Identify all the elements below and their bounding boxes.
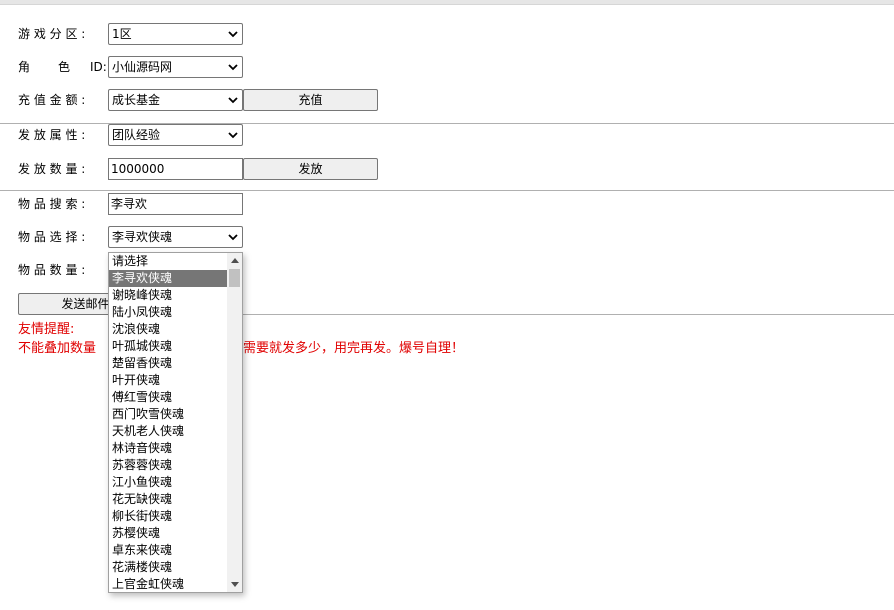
attribute-row: 发 放 属 性 : 团队经验 xyxy=(0,124,894,148)
chevron-down-icon xyxy=(228,132,238,139)
issue-button[interactable]: 发放 xyxy=(243,158,378,180)
dropdown-option[interactable]: 柳长街侠魂 xyxy=(109,508,227,525)
item-count-label: 物 品 数 量 : xyxy=(18,263,86,277)
dropdown-option[interactable]: 李寻欢侠魂 xyxy=(109,270,227,287)
top-border xyxy=(0,0,894,5)
quantity-input[interactable]: 1000000 xyxy=(108,158,243,180)
dropdown-option[interactable]: 卓东来侠魂 xyxy=(109,542,227,559)
dropdown-option[interactable]: 请选择 xyxy=(109,253,227,270)
item-select[interactable]: 李寻欢侠魂 xyxy=(108,226,243,248)
role-select-value: 小仙源码网 xyxy=(112,60,173,74)
dropdown-option[interactable]: 陆小凤侠魂 xyxy=(109,304,227,321)
dropdown-option[interactable]: 傅红雪侠魂 xyxy=(109,389,227,406)
role-select[interactable]: 小仙源码网 xyxy=(108,56,243,78)
divider xyxy=(0,190,894,191)
recharge-button[interactable]: 充值 xyxy=(243,89,378,111)
chevron-down-icon xyxy=(228,64,238,71)
dropdown-option[interactable]: 江小鱼侠魂 xyxy=(109,474,227,491)
zone-label: 游 戏 分 区 : xyxy=(18,27,86,41)
attribute-label: 发 放 属 性 : xyxy=(18,128,86,142)
dropdown-option[interactable]: 上官金虹侠魂 xyxy=(109,576,227,592)
scroll-up-arrow-icon[interactable] xyxy=(231,258,239,263)
recharge-row: 充 值 金 额 : 成长基金 充值 xyxy=(0,89,894,113)
dropdown-option[interactable]: 花无缺侠魂 xyxy=(109,491,227,508)
dropdown-option[interactable]: 西门吹雪侠魂 xyxy=(109,406,227,423)
dropdown-option[interactable]: 叶孤城侠魂 xyxy=(109,338,227,355)
chevron-down-icon xyxy=(228,234,238,241)
chevron-down-icon xyxy=(228,97,238,104)
dropdown-list: 请选择 李寻欢侠魂 谢晓峰侠魂 陆小凤侠魂 沈浪侠魂 叶孤城侠魂 楚留香侠魂 叶开侠魂 傅红雪侠… xyxy=(109,253,227,592)
notice-line-left: 不能叠加数量 xyxy=(18,341,97,356)
role-row: 角色 ID: 小仙源码网 xyxy=(0,56,894,80)
dropdown-option[interactable]: 花满楼侠魂 xyxy=(109,559,227,576)
zone-select[interactable]: 1区 xyxy=(108,23,243,45)
item-search-input[interactable]: 李寻欢 xyxy=(108,193,243,215)
role-label: 角色 ID: xyxy=(18,60,107,74)
recharge-select[interactable]: 成长基金 xyxy=(108,89,243,111)
recharge-label: 充 值 金 额 : xyxy=(18,93,86,107)
item-select-label: 物 品 选 择 : xyxy=(18,230,86,244)
attribute-select-value: 团队经验 xyxy=(112,128,161,142)
dropdown-option[interactable]: 天机老人侠魂 xyxy=(109,423,227,440)
dropdown-option[interactable]: 林诗音侠魂 xyxy=(109,440,227,457)
notice-line-right: 需要就发多少，用完再发。爆号自理！ xyxy=(243,341,465,356)
chevron-down-icon xyxy=(228,31,238,38)
divider xyxy=(243,314,894,315)
dropdown-option[interactable]: 苏樱侠魂 xyxy=(109,525,227,542)
item-select-dropdown[interactable]: 请选择 李寻欢侠魂 谢晓峰侠魂 陆小凤侠魂 沈浪侠魂 叶孤城侠魂 楚留香侠魂 叶开侠魂 傅红雪侠… xyxy=(108,252,243,593)
scroll-down-arrow-icon[interactable] xyxy=(231,582,239,587)
item-select-value: 李寻欢侠魂 xyxy=(112,230,173,244)
zone-row: 游 戏 分 区 : 1区 xyxy=(0,23,894,47)
notice-title: 友情提醒: xyxy=(18,322,75,337)
item-select-row: 物 品 选 择 : 李寻欢侠魂 xyxy=(0,226,894,250)
dropdown-scrollbar[interactable] xyxy=(227,253,242,592)
quantity-row: 发 放 数 量 : 1000000 发放 xyxy=(0,158,894,182)
recharge-select-value: 成长基金 xyxy=(112,93,161,107)
attribute-select[interactable]: 团队经验 xyxy=(108,124,243,146)
zone-select-value: 1区 xyxy=(112,27,132,41)
item-search-label: 物 品 搜 索 : xyxy=(18,197,86,211)
dropdown-option[interactable]: 苏蓉蓉侠魂 xyxy=(109,457,227,474)
dropdown-option[interactable]: 叶开侠魂 xyxy=(109,372,227,389)
quantity-label: 发 放 数 量 : xyxy=(18,162,86,176)
dropdown-option[interactable]: 谢晓峰侠魂 xyxy=(109,287,227,304)
dropdown-option[interactable]: 楚留香侠魂 xyxy=(109,355,227,372)
scrollbar-thumb[interactable] xyxy=(229,269,240,287)
item-search-row: 物 品 搜 索 : 李寻欢 xyxy=(0,193,894,217)
dropdown-option[interactable]: 沈浪侠魂 xyxy=(109,321,227,338)
